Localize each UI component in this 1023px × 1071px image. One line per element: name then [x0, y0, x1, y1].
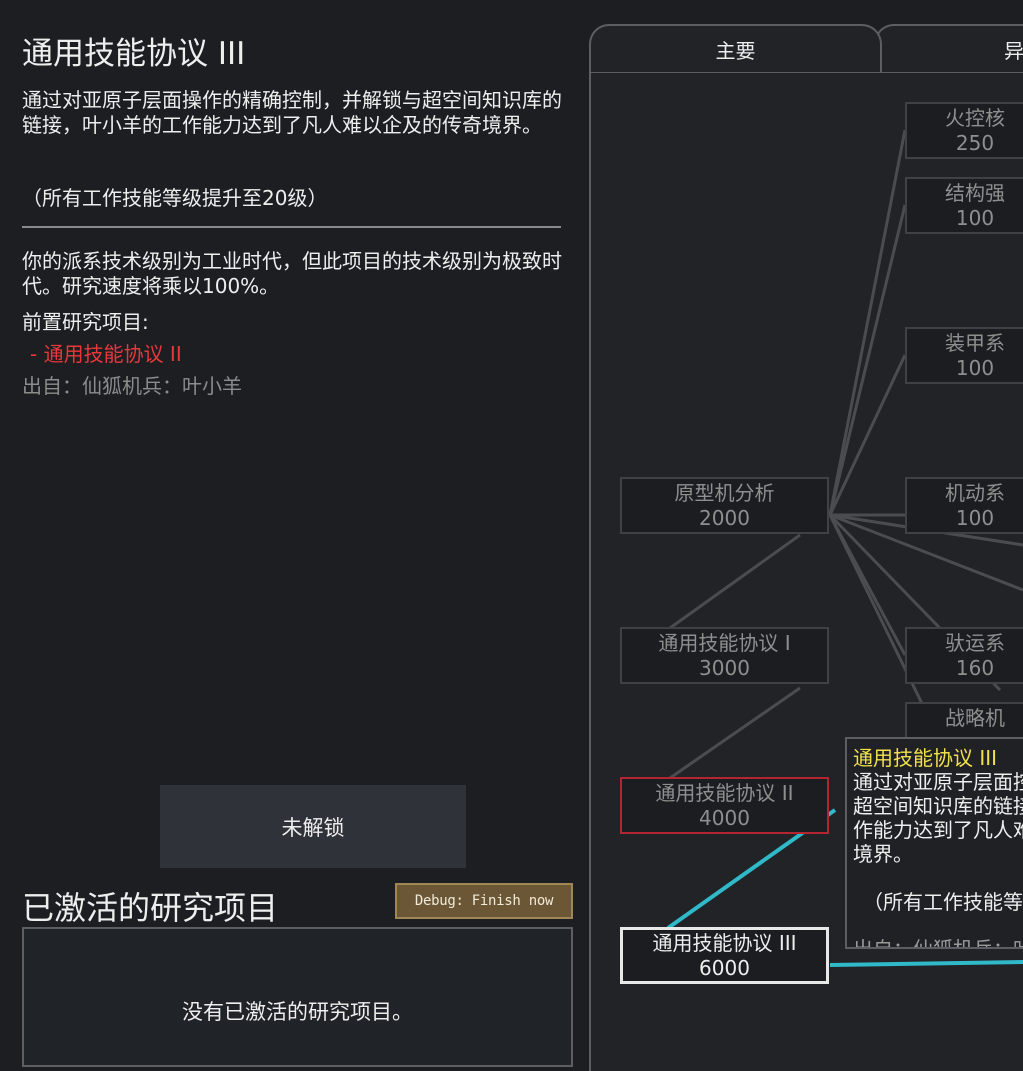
node-cost: 6000	[699, 955, 750, 980]
node-name: 驮运系	[945, 630, 1005, 655]
node-name: 通用技能协议 II	[655, 780, 794, 805]
tree-node-fire-control[interactable]: 火控核 250	[905, 102, 1023, 159]
node-cost: 100	[955, 355, 995, 380]
tooltip-source: 出自：仙狐机兵：叶小羊	[853, 937, 1023, 949]
node-name: 结构强	[945, 180, 1005, 205]
node-name: 装甲系	[945, 330, 1005, 355]
tree-node-prototype-analysis[interactable]: 原型机分析 2000	[620, 477, 829, 534]
node-name: 机动系	[945, 480, 1005, 505]
tree-node-skill-protocol-1[interactable]: 通用技能协议 I 3000	[620, 627, 829, 684]
node-cost: 4000	[699, 805, 750, 830]
active-tree-link	[829, 960, 1023, 967]
node-cost: 100	[955, 505, 995, 530]
tooltip-title: 通用技能协议 III	[853, 746, 998, 770]
tooltip-description: 通过对亚原子层面控制，并解锁与超空间知识库的链接，叶小羊的工作能力达到了凡人难以…	[853, 770, 1023, 866]
tree-node-skill-protocol-3[interactable]: 通用技能协议 III 6000	[620, 927, 829, 984]
tree-node-armor[interactable]: 装甲系 100	[905, 327, 1023, 384]
tree-node-structure[interactable]: 结构强 100	[905, 177, 1023, 234]
node-name: 通用技能协议 I	[658, 630, 791, 655]
node-cost: 160	[955, 655, 995, 680]
tooltip-effect: （所有工作技能等级提升至20级）	[863, 890, 1023, 914]
tree-node-skill-protocol-2[interactable]: 通用技能协议 II 4000	[620, 777, 829, 834]
node-cost: 250	[955, 130, 995, 155]
tree-link	[828, 514, 907, 656]
node-name: 原型机分析	[674, 480, 775, 505]
node-name: 战略机	[945, 706, 1005, 730]
tree-link	[828, 204, 907, 516]
node-cost: 100	[955, 205, 995, 230]
tree-link	[828, 354, 907, 516]
node-cost: 2000	[699, 505, 750, 530]
tree-link	[669, 686, 801, 780]
node-name: 火控核	[945, 105, 1005, 130]
tree-node-transport[interactable]: 驮运系 160	[905, 627, 1023, 684]
tree-link	[669, 533, 801, 630]
tree-node-mobility[interactable]: 机动系 100	[905, 477, 1023, 534]
tree-link	[828, 129, 907, 516]
node-tooltip: 通用技能协议 III 通过对亚原子层面控制，并解锁与超空间知识库的链接，叶小羊的…	[845, 737, 1023, 949]
node-name: 通用技能协议 III	[652, 930, 797, 955]
node-cost: 3000	[699, 655, 750, 680]
